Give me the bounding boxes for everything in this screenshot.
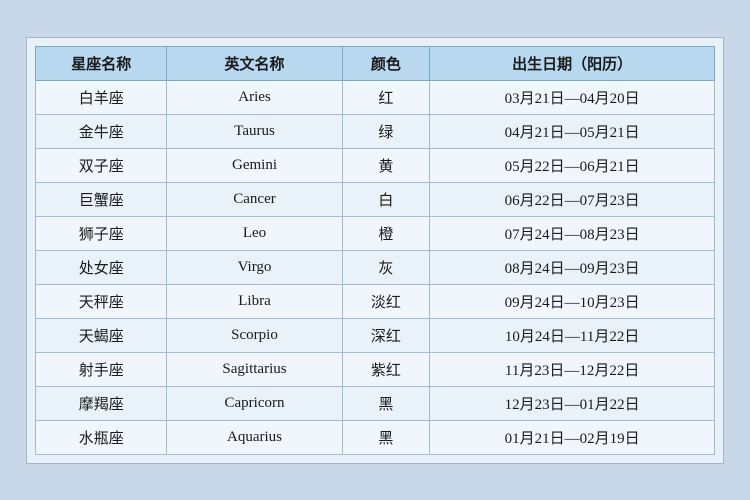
cell-color: 白 — [342, 182, 430, 216]
table-row: 金牛座Taurus绿04月21日—05月21日 — [36, 114, 715, 148]
cell-english: Taurus — [167, 114, 342, 148]
table-row: 摩羯座Capricorn黑12月23日—01月22日 — [36, 386, 715, 420]
cell-date: 03月21日—04月20日 — [430, 80, 715, 114]
cell-date: 05月22日—06月21日 — [430, 148, 715, 182]
header-color: 颜色 — [342, 46, 430, 80]
cell-date: 10月24日—11月22日 — [430, 318, 715, 352]
cell-color: 紫红 — [342, 352, 430, 386]
cell-color: 橙 — [342, 216, 430, 250]
cell-date: 01月21日—02月19日 — [430, 420, 715, 454]
cell-english: Cancer — [167, 182, 342, 216]
table-row: 巨蟹座Cancer白06月22日—07月23日 — [36, 182, 715, 216]
cell-color: 灰 — [342, 250, 430, 284]
cell-color: 黄 — [342, 148, 430, 182]
cell-english: Capricorn — [167, 386, 342, 420]
header-chinese-name: 星座名称 — [36, 46, 167, 80]
cell-english: Sagittarius — [167, 352, 342, 386]
table-row: 处女座Virgo灰08月24日—09月23日 — [36, 250, 715, 284]
cell-color: 绿 — [342, 114, 430, 148]
table-row: 天蝎座Scorpio深红10月24日—11月22日 — [36, 318, 715, 352]
table-row: 双子座Gemini黄05月22日—06月21日 — [36, 148, 715, 182]
cell-chinese: 摩羯座 — [36, 386, 167, 420]
cell-english: Aries — [167, 80, 342, 114]
table-row: 白羊座Aries红03月21日—04月20日 — [36, 80, 715, 114]
cell-date: 09月24日—10月23日 — [430, 284, 715, 318]
cell-date: 06月22日—07月23日 — [430, 182, 715, 216]
cell-english: Aquarius — [167, 420, 342, 454]
cell-chinese: 天秤座 — [36, 284, 167, 318]
cell-color: 深红 — [342, 318, 430, 352]
cell-chinese: 双子座 — [36, 148, 167, 182]
cell-chinese: 处女座 — [36, 250, 167, 284]
header-date: 出生日期（阳历） — [430, 46, 715, 80]
cell-date: 04月21日—05月21日 — [430, 114, 715, 148]
zodiac-table-container: 星座名称 英文名称 颜色 出生日期（阳历） 白羊座Aries红03月21日—04… — [26, 37, 724, 464]
cell-english: Virgo — [167, 250, 342, 284]
cell-chinese: 水瓶座 — [36, 420, 167, 454]
table-row: 天秤座Libra淡红09月24日—10月23日 — [36, 284, 715, 318]
cell-color: 黑 — [342, 420, 430, 454]
cell-chinese: 射手座 — [36, 352, 167, 386]
cell-english: Libra — [167, 284, 342, 318]
zodiac-table: 星座名称 英文名称 颜色 出生日期（阳历） 白羊座Aries红03月21日—04… — [35, 46, 715, 455]
cell-date: 11月23日—12月22日 — [430, 352, 715, 386]
cell-chinese: 金牛座 — [36, 114, 167, 148]
table-row: 水瓶座Aquarius黑01月21日—02月19日 — [36, 420, 715, 454]
table-row: 狮子座Leo橙07月24日—08月23日 — [36, 216, 715, 250]
cell-chinese: 天蝎座 — [36, 318, 167, 352]
cell-color: 红 — [342, 80, 430, 114]
table-header-row: 星座名称 英文名称 颜色 出生日期（阳历） — [36, 46, 715, 80]
cell-english: Gemini — [167, 148, 342, 182]
cell-chinese: 狮子座 — [36, 216, 167, 250]
cell-date: 12月23日—01月22日 — [430, 386, 715, 420]
cell-date: 08月24日—09月23日 — [430, 250, 715, 284]
cell-color: 淡红 — [342, 284, 430, 318]
cell-color: 黑 — [342, 386, 430, 420]
cell-chinese: 巨蟹座 — [36, 182, 167, 216]
cell-english: Leo — [167, 216, 342, 250]
cell-chinese: 白羊座 — [36, 80, 167, 114]
cell-english: Scorpio — [167, 318, 342, 352]
header-english-name: 英文名称 — [167, 46, 342, 80]
table-row: 射手座Sagittarius紫红11月23日—12月22日 — [36, 352, 715, 386]
table-body: 白羊座Aries红03月21日—04月20日金牛座Taurus绿04月21日—0… — [36, 80, 715, 454]
cell-date: 07月24日—08月23日 — [430, 216, 715, 250]
